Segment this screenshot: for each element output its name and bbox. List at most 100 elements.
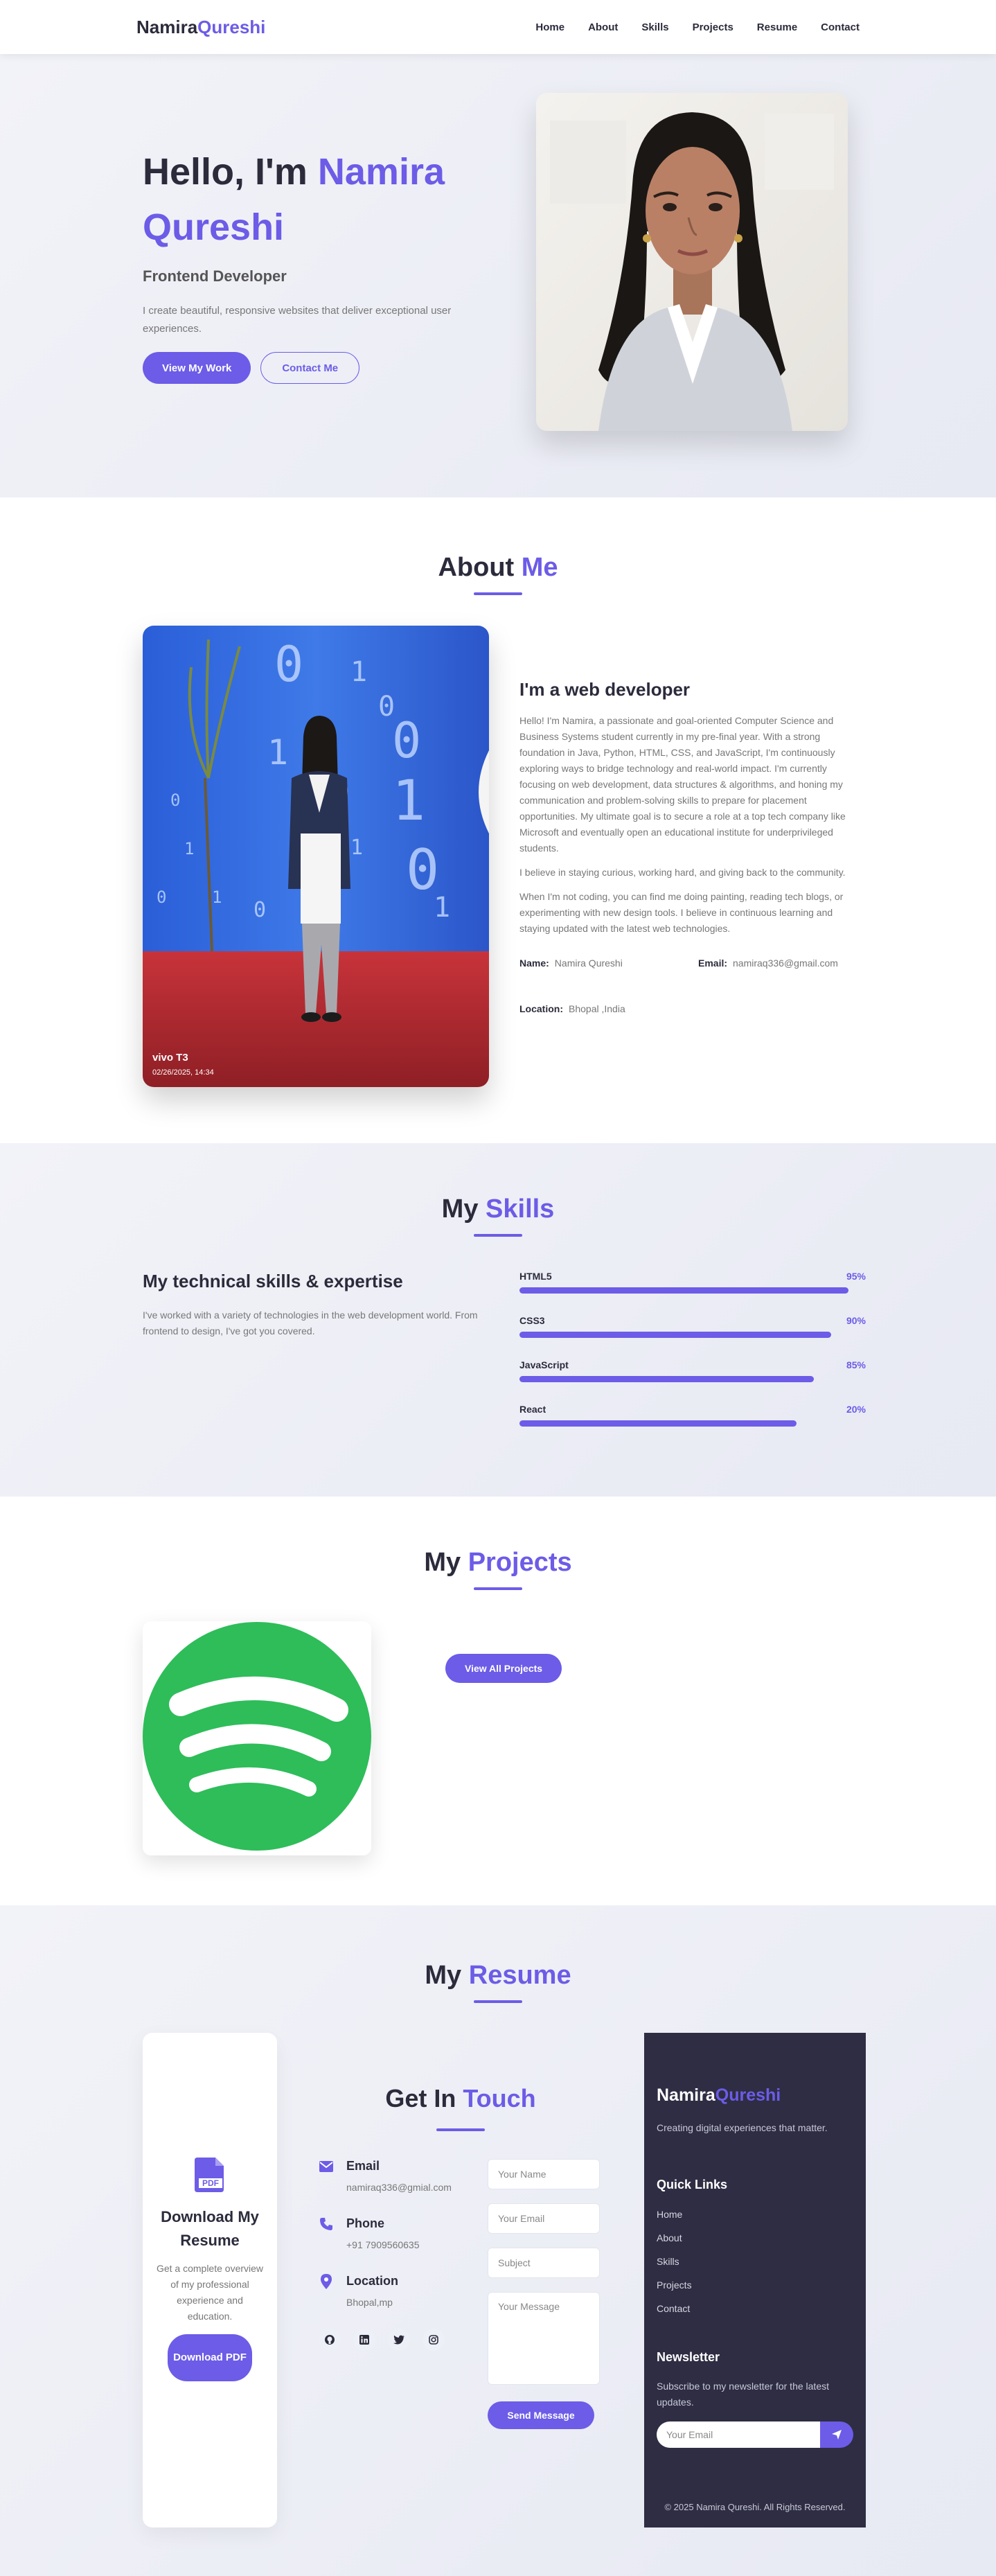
hero-profile-photo [536,93,848,431]
download-resume-description: Get a complete overview of my profession… [156,2263,264,2322]
nav-link-projects[interactable]: Projects [693,21,733,33]
paper-plane-icon [832,2430,842,2440]
svg-text:1: 1 [350,656,367,688]
skills-title-plain: My [441,1194,479,1224]
contact-location-row: Location Bhopal,mp [319,2274,471,2308]
nav-link-about[interactable]: About [588,21,618,33]
skill-percent: 95% [846,1271,866,1282]
info-email-label: Email: [698,958,728,969]
info-name-label: Name: [519,958,549,969]
github-icon[interactable] [319,2329,341,2351]
email-input[interactable] [488,2203,600,2234]
contact-email-title: Email [346,2159,380,2173]
contact-me-button[interactable]: Contact Me [260,352,360,384]
contact-email-value[interactable]: namiraq336@gmial.com [346,2182,452,2193]
footer-tagline: Creating digital experiences that matter… [657,2122,828,2133]
site-logo[interactable]: NamiraQureshi [136,17,265,38]
svg-text:1: 1 [184,839,194,858]
contact-phone-row: Phone +91 7909560635 [319,2216,471,2250]
photo-caption-date: 02/26/2025, 14:34 [152,1068,214,1077]
resume-title-underline [474,2000,522,2003]
svg-text:0: 0 [274,636,303,693]
project-card-spotify[interactable] [143,1621,371,1855]
resume-title-accent: Resume [468,1961,571,1990]
skill-name: JavaScript [519,1359,569,1370]
footer-logo[interactable]: NamiraQureshi [657,2085,853,2106]
newsletter-description: Subscribe to my newsletter for the lates… [657,2381,829,2408]
photo-caption-brand: vivo T3 [152,1052,188,1064]
instagram-icon[interactable] [423,2329,445,2351]
info-location: Location: Bhopal ,India [519,1003,698,1014]
logo-last-name: Qureshi [197,16,266,37]
contact-title-accent: Touch [463,2084,536,2112]
about-content: I'm a web developer Hello! I'm Namira, a… [519,679,859,1014]
newsletter-submit-button[interactable] [820,2421,853,2448]
projects-title-accent: Projects [468,1548,572,1577]
footer-link-contact[interactable]: Contact [657,2303,853,2314]
about-paragraph-3: When I'm not coding, you can find me doi… [519,891,844,934]
resume-section: My Resume PDF Download My Resume Get a c… [0,1905,996,2576]
about-title-accent: Me [521,553,558,582]
skill-css3: CSS3 90% [519,1315,866,1339]
send-message-button[interactable]: Send Message [488,2401,594,2429]
twitter-icon[interactable] [388,2329,410,2351]
contact-email-row: Email namiraq336@gmial.com [319,2159,471,2193]
skill-html5: HTML5 95% [519,1271,866,1294]
nav-link-home[interactable]: Home [535,21,564,33]
hero-text: Hello, I'm Namira Qureshi Frontend Devel… [143,144,482,384]
about-photo-illustration: 0 1 0 0 1 0 1 0 1 0 1 0 1 0 1 1 0 [143,626,489,1087]
footer-link-about[interactable]: About [657,2232,853,2243]
view-all-projects-button[interactable]: View All Projects [445,1654,562,1683]
nav-link-contact[interactable]: Contact [821,21,860,33]
about-title-plain: About [438,553,515,582]
quick-links-list: Home About Skills Projects Contact [657,2209,853,2314]
about-paragraph-1: Hello! I'm Namira, a passionate and goal… [519,715,846,854]
footer-link-home[interactable]: Home [657,2209,853,2220]
skills-intro: My technical skills & expertise I've wor… [143,1271,489,1339]
social-links [319,2329,471,2351]
nav-link-skills[interactable]: Skills [641,21,668,33]
linkedin-icon[interactable] [353,2329,375,2351]
skill-name: HTML5 [519,1271,552,1282]
nav-link-resume[interactable]: Resume [757,21,797,33]
about-heading: I'm a web developer [519,679,691,700]
footer-link-skills[interactable]: Skills [657,2256,853,2267]
svg-text:1: 1 [267,732,288,773]
resume-title-plain: My [425,1961,462,1990]
skill-track [519,1420,866,1427]
info-email-value: namiraq336@gmail.com [733,958,838,969]
about-title: About Me [0,553,996,583]
about-paragraph-2: I believe in staying curious, working ha… [519,867,846,878]
skills-heading: My technical skills & expertise [143,1271,403,1291]
hero-role: Frontend Developer [143,267,287,285]
subject-input[interactable] [488,2248,600,2278]
about-info-grid: Name: Namira Qureshi Email: namiraq336@gma… [519,958,859,1014]
contact-info: Email namiraq336@gmial.com Phone +91 79095… [319,2159,471,2351]
download-pdf-button[interactable]: Download PDF [168,2334,252,2381]
svg-text:0: 0 [157,888,166,907]
name-input[interactable] [488,2159,600,2189]
map-pin-icon [319,2274,334,2289]
navbar: NamiraQureshi Home About Skills Projects… [0,0,996,54]
view-my-work-button[interactable]: View My Work [143,352,251,384]
newsletter-email-input[interactable] [657,2421,820,2448]
skill-name: CSS3 [519,1315,545,1326]
svg-text:0: 0 [392,712,421,769]
skills-description: I've worked with a variety of technologi… [143,1309,478,1336]
skill-percent: 20% [846,1404,866,1415]
hero-title: Hello, I'm Namira Qureshi [143,144,482,255]
footer-panel: NamiraQureshi Creating digital experienc… [644,2033,866,2528]
pdf-icon-label: PDF [202,2178,219,2188]
contact-phone-value[interactable]: +91 7909560635 [346,2239,420,2250]
skills-title-accent: Skills [486,1194,555,1224]
message-textarea[interactable] [488,2292,600,2385]
skills-title-underline [474,1234,522,1237]
skills-title: My Skills [0,1194,996,1224]
contact-title: Get In Touch [291,2084,630,2113]
portrait-illustration [536,93,848,431]
skill-react: React 20% [519,1404,866,1427]
svg-text:1: 1 [434,892,450,924]
hero-buttons: View My Work Contact Me [143,352,482,384]
skill-percent: 90% [846,1315,866,1326]
footer-link-projects[interactable]: Projects [657,2279,853,2291]
